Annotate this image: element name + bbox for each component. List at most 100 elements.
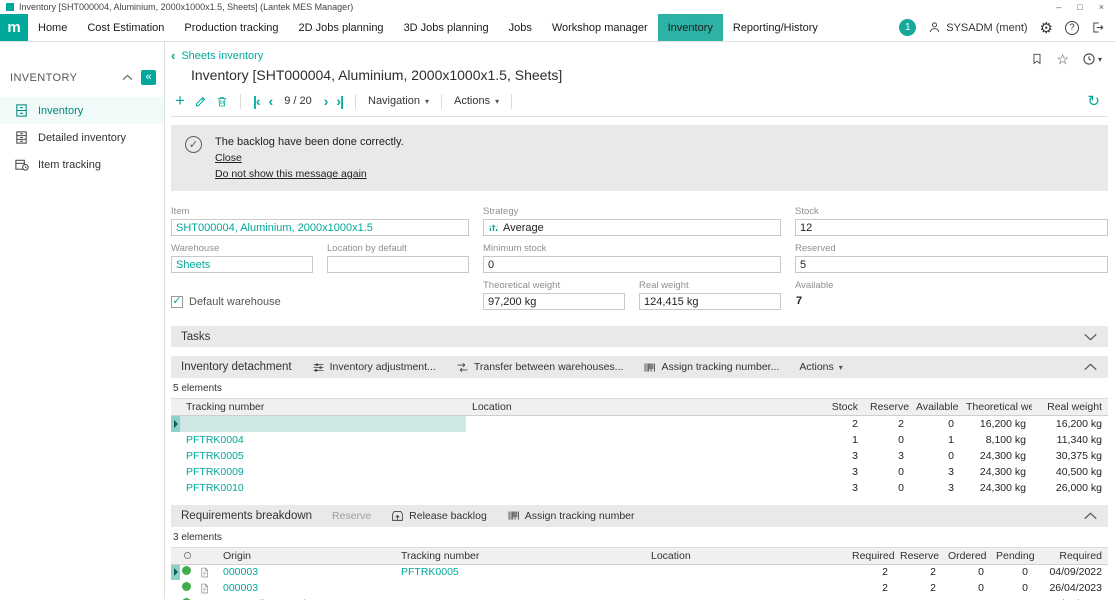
settings-gear-icon[interactable]: ⚙ bbox=[1040, 19, 1053, 37]
assign-tracking-number-button[interactable]: Assign tracking number... bbox=[643, 361, 779, 374]
menu-item-3d-jobs-planning[interactable]: 3D Jobs planning bbox=[394, 14, 499, 41]
chevron-up-icon[interactable] bbox=[1083, 512, 1098, 520]
menu-item-production-tracking[interactable]: Production tracking bbox=[174, 14, 288, 41]
available-label: Available bbox=[795, 280, 1108, 291]
notification-badge[interactable]: 1 bbox=[899, 19, 916, 36]
status-column-icon[interactable] bbox=[180, 547, 217, 564]
default-warehouse-checkbox[interactable]: ✓ Default warehouse bbox=[171, 280, 469, 310]
menu-item-inventory[interactable]: Inventory bbox=[658, 14, 723, 41]
sidebar-item-inventory[interactable]: Inventory bbox=[0, 97, 164, 124]
favorite-star-icon[interactable]: ☆ bbox=[1056, 52, 1069, 66]
delete-trash-button[interactable] bbox=[216, 95, 228, 108]
edit-pencil-button[interactable] bbox=[194, 95, 207, 108]
menu-item-jobs[interactable]: Jobs bbox=[499, 14, 542, 41]
tracking-number-cell[interactable]: PFTRK0004 bbox=[180, 432, 466, 448]
add-button[interactable]: + bbox=[175, 94, 185, 108]
col-origin[interactable]: Origin bbox=[217, 547, 395, 564]
item-field[interactable] bbox=[171, 219, 469, 236]
refresh-button[interactable]: ↻ bbox=[1087, 92, 1100, 110]
strategy-field[interactable]: Average bbox=[483, 219, 781, 236]
menu-item-reporting-history[interactable]: Reporting/History bbox=[723, 14, 828, 41]
col-required-date[interactable]: Required bbox=[1034, 547, 1108, 564]
col-ordered[interactable]: Ordered bbox=[942, 547, 990, 564]
breadcrumb-label[interactable]: Sheets inventory bbox=[181, 50, 263, 62]
origin-cell[interactable]: 000003 bbox=[217, 564, 395, 580]
minimum-stock-field[interactable] bbox=[483, 256, 781, 273]
sidebar-item-item-tracking[interactable]: Item tracking bbox=[0, 151, 164, 178]
col-reserve[interactable]: Reserve bbox=[864, 399, 910, 416]
breadcrumb[interactable]: ‹ Sheets inventory bbox=[171, 48, 1108, 63]
first-record-button[interactable]: |‹ bbox=[253, 94, 260, 108]
sidebar-collapse-chevron-icon[interactable] bbox=[122, 74, 133, 81]
last-record-button[interactable]: ›| bbox=[336, 94, 343, 108]
table-row[interactable]: PFTRK0010 3 0 3 24,300 kg 26,000 kg bbox=[171, 480, 1108, 496]
user-menu[interactable]: SYSADM (ment) bbox=[928, 21, 1027, 34]
real-weight-field[interactable] bbox=[639, 293, 781, 310]
reserve-button[interactable]: Reserve bbox=[332, 510, 371, 522]
tracking-number-cell[interactable]: PFTRK0010 bbox=[180, 480, 466, 496]
chevron-up-icon[interactable] bbox=[1083, 363, 1098, 371]
tracking-number-cell[interactable]: PFTRK0009 bbox=[180, 464, 466, 480]
origin-cell[interactable]: 000003 bbox=[217, 580, 395, 596]
col-required[interactable]: Required bbox=[846, 547, 894, 564]
menu-item-home[interactable]: Home bbox=[28, 14, 77, 41]
stock-field[interactable] bbox=[795, 219, 1108, 236]
col-tracking-number[interactable]: Tracking number bbox=[180, 399, 466, 416]
menu-item-cost-estimation[interactable]: Cost Estimation bbox=[77, 14, 174, 41]
col-location[interactable]: Location bbox=[466, 399, 822, 416]
exit-icon[interactable] bbox=[1091, 21, 1104, 34]
tracking-number-cell[interactable]: PFTRK0005 bbox=[180, 448, 466, 464]
assign-tracking-number-button[interactable]: Assign tracking number bbox=[507, 509, 635, 522]
app-logo[interactable]: m bbox=[0, 14, 28, 41]
reserved-field[interactable] bbox=[795, 256, 1108, 273]
maximize-button[interactable]: □ bbox=[1077, 2, 1082, 12]
tasks-section-header[interactable]: Tasks bbox=[171, 326, 1108, 347]
table-row[interactable]: OpenTalk_TestJob_1 PFTRK0005 1 1 0 0 26/… bbox=[171, 596, 1108, 600]
col-stock[interactable]: Stock bbox=[822, 399, 864, 416]
menu-item-2d-jobs-planning[interactable]: 2D Jobs planning bbox=[289, 14, 394, 41]
table-row[interactable]: PFTRK0009 3 0 3 24,300 kg 40,500 kg bbox=[171, 464, 1108, 480]
table-row[interactable]: 2 2 0 16,200 kg 16,200 kg bbox=[171, 416, 1108, 432]
origin-cell[interactable]: OpenTalk_TestJob_1 bbox=[217, 596, 395, 600]
detachment-actions-button[interactable]: Actions ▾ bbox=[799, 361, 842, 373]
inventory-adjustment-button[interactable]: Inventory adjustment... bbox=[312, 361, 436, 374]
history-clock-button[interactable]: ▾ bbox=[1082, 52, 1102, 66]
col-reserve[interactable]: Reserve bbox=[894, 547, 942, 564]
col-real-weight[interactable]: Real weight bbox=[1032, 399, 1108, 416]
location-by-default-field[interactable] bbox=[327, 256, 469, 273]
requirements-breakdown-title: Requirements breakdown bbox=[181, 510, 312, 522]
tracking-number-cell[interactable]: PFTRK0005 bbox=[395, 564, 645, 580]
message-dont-show-link[interactable]: Do not show this message again bbox=[215, 168, 367, 180]
help-icon[interactable]: ? bbox=[1065, 21, 1079, 35]
table-row[interactable]: PFTRK0005 3 3 0 24,300 kg 30,375 kg bbox=[171, 448, 1108, 464]
stock-label: Stock bbox=[795, 206, 1108, 217]
bookmark-icon[interactable] bbox=[1031, 52, 1043, 66]
transfer-warehouses-button[interactable]: Transfer between warehouses... bbox=[456, 361, 624, 374]
col-pending[interactable]: Pending bbox=[990, 547, 1034, 564]
col-available[interactable]: Available bbox=[910, 399, 960, 416]
close-button[interactable]: × bbox=[1099, 2, 1104, 12]
minimize-button[interactable]: – bbox=[1056, 2, 1061, 12]
table-row[interactable]: 000003 PFTRK0005 2 2 0 0 04/09/2022 bbox=[171, 564, 1108, 580]
warehouse-field[interactable] bbox=[171, 256, 313, 273]
table-row[interactable]: PFTRK0004 1 0 1 8,100 kg 11,340 kg bbox=[171, 432, 1108, 448]
col-theoretical-weight[interactable]: Theoretical wei bbox=[960, 399, 1032, 416]
table-row[interactable]: 000003 2 2 0 0 26/04/2023 bbox=[171, 580, 1108, 596]
theoretical-weight-field[interactable] bbox=[483, 293, 625, 310]
release-backlog-button[interactable]: Release backlog bbox=[391, 509, 487, 522]
message-close-link[interactable]: Close bbox=[215, 152, 242, 164]
navigation-menu-button[interactable]: Navigation ▾ bbox=[368, 95, 429, 107]
previous-record-button[interactable]: ‹ bbox=[269, 94, 273, 108]
back-chevron-icon[interactable]: ‹ bbox=[171, 48, 175, 63]
col-tracking-number[interactable]: Tracking number bbox=[395, 547, 645, 564]
next-record-button[interactable]: › bbox=[324, 94, 328, 108]
sidebar-item-detailed-inventory[interactable]: Detailed inventory bbox=[0, 124, 164, 151]
sidebar-pin-button[interactable]: « bbox=[141, 70, 156, 85]
tracking-number-cell[interactable]: PFTRK0005 bbox=[395, 596, 645, 600]
col-location[interactable]: Location bbox=[645, 547, 846, 564]
actions-menu-button[interactable]: Actions ▾ bbox=[454, 95, 499, 107]
menu-item-workshop-manager[interactable]: Workshop manager bbox=[542, 14, 658, 41]
chevron-down-icon[interactable] bbox=[1083, 333, 1098, 341]
tracking-number-cell[interactable] bbox=[180, 416, 466, 432]
tracking-number-cell[interactable] bbox=[395, 580, 645, 596]
